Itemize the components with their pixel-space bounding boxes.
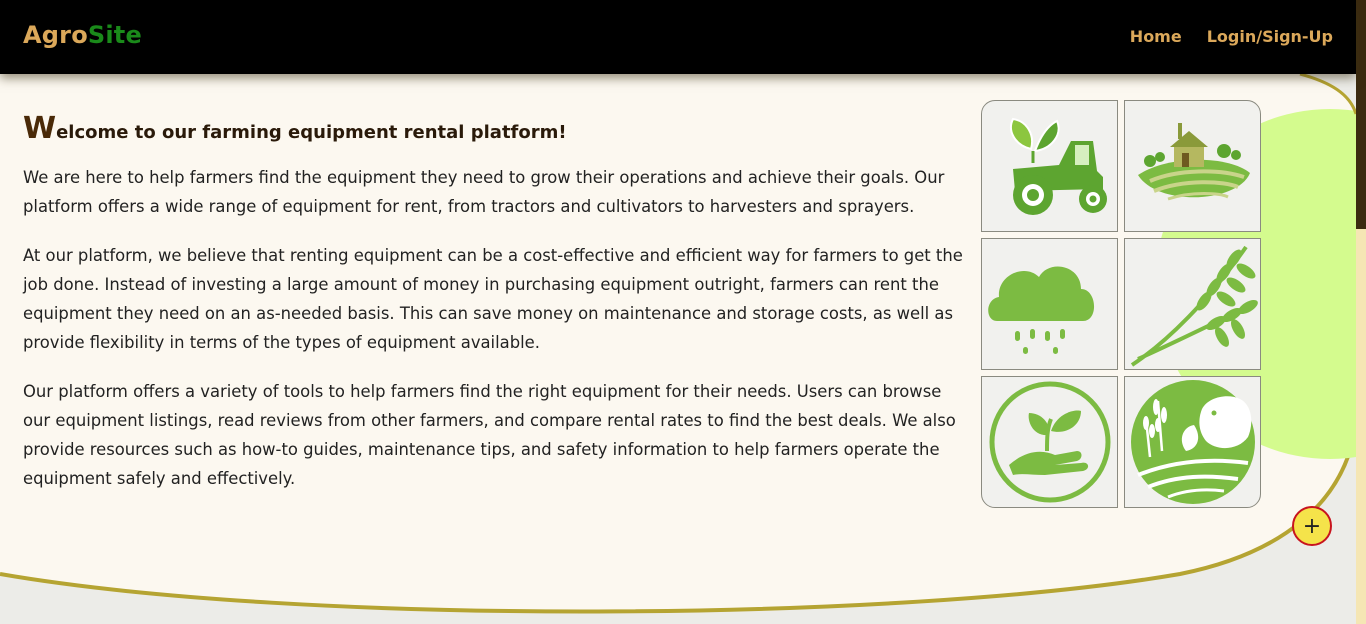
title-rest: elcome to our farming equipment rental p… [56, 122, 567, 143]
scrollbar-track[interactable] [1356, 0, 1366, 624]
site-logo[interactable]: AgroSite [23, 21, 142, 49]
tile-farm [1124, 100, 1261, 232]
intro-paragraph-1: We are here to help farmers find the equ… [23, 168, 945, 216]
feature-icon-grid [981, 100, 1261, 508]
tile-rain [981, 238, 1118, 370]
logo-part-agro: Agro [23, 21, 88, 49]
rain-cloud-icon [987, 266, 1094, 354]
intro-paragraph-3: Our platform offers a variety of tools t… [23, 382, 956, 488]
add-button[interactable]: + [1292, 506, 1332, 546]
nav-link-login-signup[interactable]: Login/Sign-Up [1207, 27, 1333, 46]
tile-tractor [981, 100, 1118, 232]
nav-link-home[interactable]: Home [1130, 27, 1182, 46]
navbar: AgroSite Home Login/Sign-Up [0, 0, 1356, 74]
sheep-farm-icon [1130, 380, 1255, 504]
intro-section: Welcome to our farming equipment rental … [23, 114, 973, 513]
scrollbar-thumb[interactable] [1356, 0, 1366, 229]
tile-plant-hand [981, 376, 1118, 508]
page-title: Welcome to our farming equipment rental … [23, 114, 973, 148]
intro-paragraph-2: At our platform, we believe that renting… [23, 246, 963, 352]
main-content: Welcome to our farming equipment rental … [0, 74, 1356, 620]
farm-house-icon [1137, 123, 1250, 201]
wheat-icon [1130, 245, 1258, 367]
tile-sheep-farm [1124, 376, 1261, 508]
tile-wheat [1124, 238, 1261, 370]
nav-links: Home Login/Sign-Up [1130, 27, 1333, 46]
title-initial: W [23, 111, 57, 146]
plant-in-hand-icon [989, 381, 1110, 503]
logo-part-site: Site [87, 21, 142, 49]
tractor-icon [1009, 117, 1107, 215]
